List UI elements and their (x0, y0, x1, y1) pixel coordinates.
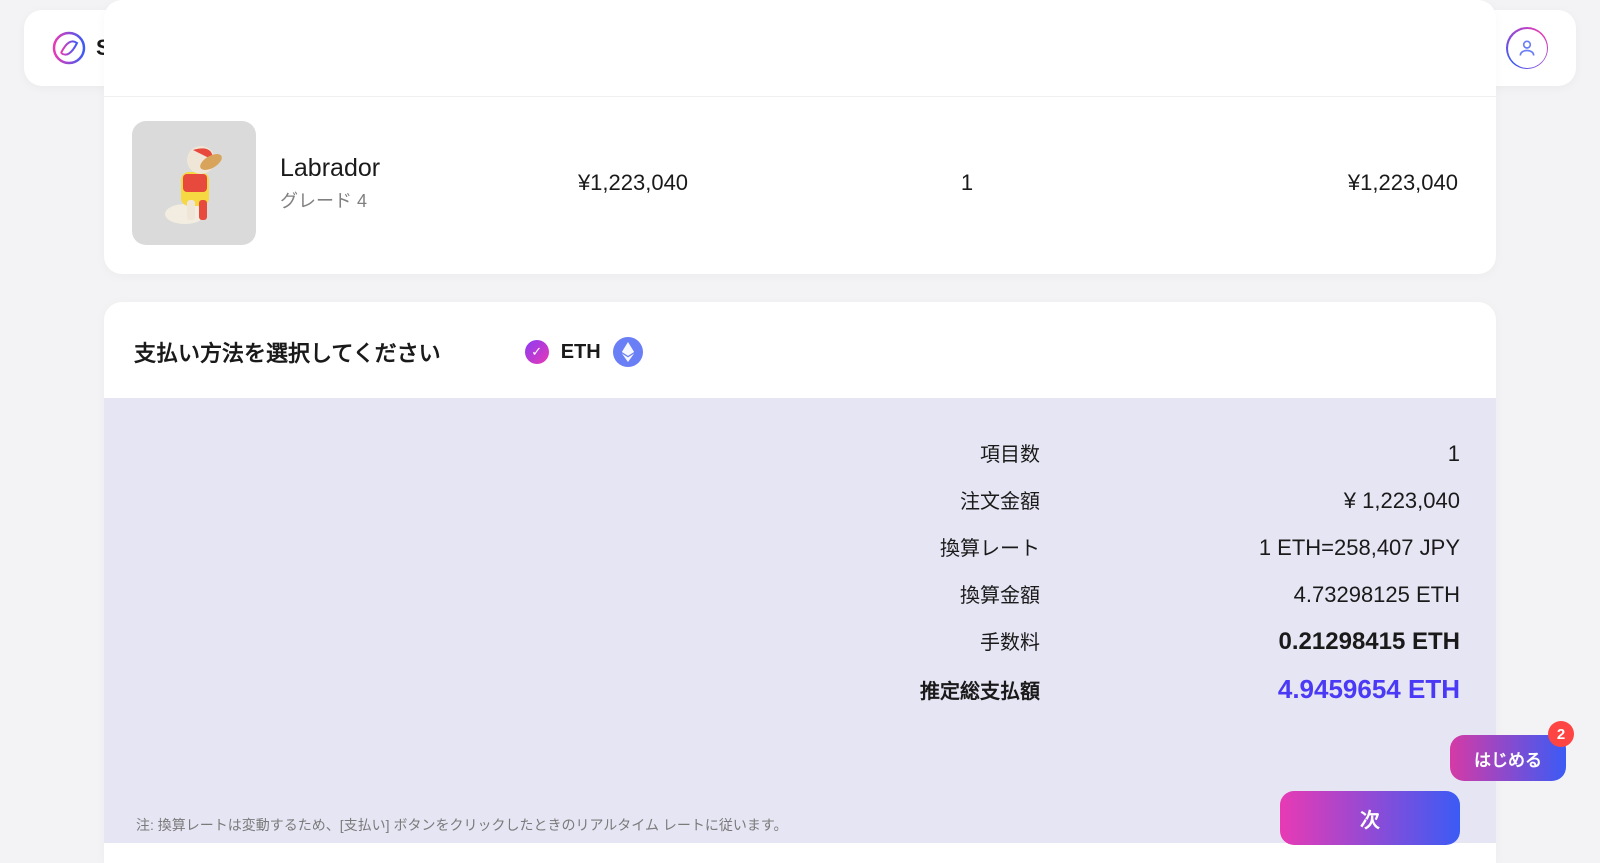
item-quantity: 1 (800, 170, 1134, 196)
rate-label: 換算レート (900, 532, 1040, 561)
payment-title: 支払い方法を選択してください (134, 336, 441, 368)
notification-badge[interactable]: 2 (1548, 721, 1574, 747)
cart-item-row: Labrador グレード 4 ¥1,223,040 1 ¥1,223,040 (104, 96, 1496, 269)
items-label: 項目数 (900, 438, 1040, 467)
order-value: ¥ 1,223,040 (1140, 488, 1460, 514)
next-button[interactable]: 次 (1280, 791, 1460, 845)
summary-total: 推定総支払額 4.9459654 ETH (140, 674, 1460, 705)
summary-fee: 手数料 0.21298415 ETH (140, 626, 1460, 656)
user-icon (1508, 29, 1547, 68)
item-thumbnail[interactable] (132, 121, 256, 245)
item-info: Labrador グレード 4 (132, 121, 466, 245)
total-value: 4.9459654 ETH (1140, 674, 1460, 705)
summary-rate: 換算レート 1 ETH=258,407 JPY (140, 532, 1460, 561)
logo-icon (52, 31, 86, 65)
cart-panel: Labrador グレード 4 ¥1,223,040 1 ¥1,223,040 (104, 0, 1496, 274)
summary-order-amount: 注文金額 ¥ 1,223,040 (140, 485, 1460, 514)
payment-panel: 支払い方法を選択してください ✓ ETH 項目数 1 注文金額 ¥ 1,223,… (104, 302, 1496, 863)
order-label: 注文金額 (900, 485, 1040, 514)
payment-header: 支払い方法を選択してください ✓ ETH (104, 302, 1496, 398)
total-label: 推定総支払額 (900, 675, 1040, 704)
converted-label: 換算金額 (900, 579, 1040, 608)
item-unit-price: ¥1,223,040 (466, 170, 800, 196)
check-icon: ✓ (525, 340, 549, 364)
order-summary: 項目数 1 注文金額 ¥ 1,223,040 換算レート 1 ETH=258,4… (104, 398, 1496, 843)
rate-note: 注: 換算レートは変動するため、[支払い] ボタンをクリックしたときのリアルタイ… (136, 815, 788, 835)
summary-converted: 換算金額 4.73298125 ETH (140, 579, 1460, 608)
converted-value: 4.73298125 ETH (1140, 582, 1460, 608)
summary-items: 項目数 1 (140, 438, 1460, 467)
item-name: Labrador (280, 154, 380, 183)
payment-method-eth[interactable]: ✓ ETH (525, 337, 643, 367)
rate-value: 1 ETH=258,407 JPY (1140, 535, 1460, 561)
fee-value: 0.21298415 ETH (1140, 628, 1460, 656)
fee-label: 手数料 (900, 626, 1040, 655)
avatar[interactable] (1506, 27, 1548, 69)
item-line-total: ¥1,223,040 (1134, 170, 1468, 196)
item-grade: グレード 4 (280, 187, 380, 213)
payment-method-label: ETH (561, 341, 601, 364)
items-value: 1 (1140, 441, 1460, 467)
start-button[interactable]: はじめる (1450, 735, 1566, 781)
ethereum-icon (613, 337, 643, 367)
